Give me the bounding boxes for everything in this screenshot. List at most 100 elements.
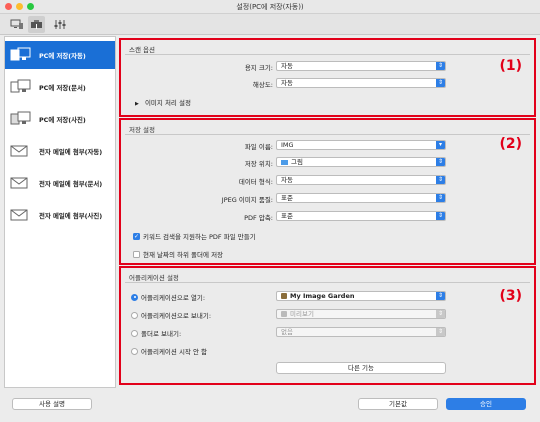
file-name-value: IMG [281,141,294,149]
resolution-value: 자동 [281,79,293,87]
save-settings-heading: 저장 설정 [129,126,155,134]
data-format-select[interactable]: 자동 ⇕ [276,175,446,185]
email-photo-icon [9,206,33,224]
save-in-label: 저장 위치: [244,160,273,168]
ok-button[interactable]: 승인 [446,398,526,410]
chevron-updown-icon: ⇕ [436,310,445,318]
send-to-folder-select[interactable]: 없음 ⇕ [276,327,446,337]
sidebar-item-save-pc-auto[interactable]: PC에 저장(자동) [5,41,115,69]
chevron-updown-icon: ⇕ [436,328,445,336]
paper-size-label: 용지 크기: [244,64,273,72]
folder-icon [281,160,288,165]
window-controls [5,3,34,10]
app-icon [281,293,287,299]
sidebar-item-label: 전자 메일에 첨부(사진) [39,211,103,220]
radio-selected-icon [131,293,138,301]
sidebar: PC에 저장(자동) PC에 저장(문서) PC에 저장(사진) 전자 메일에 … [4,36,116,388]
section-marker-2: (2) [499,136,522,152]
chevron-updown-icon: ⇕ [436,292,445,300]
tab-general-settings[interactable] [51,16,68,33]
open-with-app-radio[interactable]: 어플리케이션으로 열기: [131,292,205,302]
radio-empty-icon [131,329,138,337]
more-functions-button[interactable]: 다른 기능 [276,362,446,374]
zoom-window-button[interactable] [27,3,34,10]
save-pc-auto-icon [9,46,33,64]
radio-empty-icon [131,311,138,319]
tab-scan-from-computer[interactable] [8,16,25,33]
save-in-value: 그림 [291,158,303,166]
sidebar-item-email-auto[interactable]: 전자 메일에 첨부(자동) [5,137,115,165]
tab-scan-from-operation-panel[interactable] [28,16,45,33]
radio-empty-icon [131,347,138,355]
send-to-app-select[interactable]: 미리보기 ⇕ [276,309,446,319]
jpeg-quality-label: JPEG 이미지 품질: [221,196,273,204]
sidebar-item-save-pc-document[interactable]: PC에 저장(문서) [5,73,115,101]
keyword-pdf-checkbox[interactable]: ✓ 키워드 검색을 지원하는 PDF 파일 만들기 [133,231,256,241]
sidebar-item-email-photo[interactable]: 전자 메일에 첨부(사진) [5,201,115,229]
email-auto-icon [9,142,33,160]
window-title: 설정(PC에 저장(자동)) [236,3,304,11]
image-processing-toggle[interactable]: ▶ 이미지 처리 설정 [135,97,191,107]
sidebar-item-label: 전자 메일에 첨부(문서) [39,179,103,188]
application-settings-section: 어플리케이션 설정 (3) 어플리케이션으로 열기: My Image Gard… [119,266,536,385]
open-with-app-value: My Image Garden [290,292,355,300]
scan-options-section: 스캔 옵션 (1) 용지 크기: 자동 ⇕ 해상도: 자동 ⇕ ▶ 이미지 처리… [119,38,536,117]
data-format-label: 데이터 형식: [238,178,273,186]
open-with-app-select[interactable]: My Image Garden ⇕ [276,291,446,301]
chevron-down-icon: ▾ [436,141,445,149]
data-format-value: 자동 [281,176,293,184]
save-pc-document-icon [9,78,33,96]
send-to-app-radio[interactable]: 어플리케이션으로 보내기: [131,310,211,320]
scan-options-heading: 스캔 옵션 [129,46,155,54]
divider [125,54,530,55]
image-processing-label: 이미지 처리 설정 [144,99,191,107]
chevron-updown-icon: ⇕ [436,194,445,202]
jpeg-quality-value: 표준 [281,194,293,202]
checkmark-icon: ✓ [133,232,140,240]
send-to-folder-label: 폴더로 보내기: [141,330,182,338]
open-with-app-label: 어플리케이션으로 열기: [141,294,206,302]
close-window-button[interactable] [5,3,12,10]
scan-from-operation-panel-icon [31,20,42,29]
keyword-pdf-label: 키워드 검색을 지원하는 PDF 파일 만들기 [143,233,256,241]
paper-size-select[interactable]: 자동 ⇕ [276,61,446,71]
subfolder-checkbox[interactable]: 현재 날짜의 하위 폴더에 저장 [133,249,223,259]
chevron-updown-icon: ⇕ [436,212,445,220]
jpeg-quality-select[interactable]: 표준 ⇕ [276,193,446,203]
sidebar-item-label: PC에 저장(사진) [39,115,86,124]
do-not-start-radio[interactable]: 어플리케이션 시작 안 함 [131,346,207,356]
pdf-compression-select[interactable]: 표준 ⇕ [276,211,446,221]
pdf-compression-value: 표준 [281,212,293,220]
send-to-folder-value: 없음 [281,328,293,336]
save-settings-section: 저장 설정 (2) 파일 이름: IMG ▾ 저장 위치: 그림 ⇕ 데이터 형… [119,118,536,265]
send-to-app-label: 어플리케이션으로 보내기: [141,312,212,320]
send-to-app-value: 미리보기 [290,310,314,318]
section-marker-3: (3) [499,288,522,304]
sidebar-item-label: PC에 저장(문서) [39,83,86,92]
email-document-icon [9,174,33,192]
scan-from-computer-icon [10,19,23,29]
save-in-select[interactable]: 그림 ⇕ [276,157,446,167]
resolution-select[interactable]: 자동 ⇕ [276,78,446,88]
toolbar [0,14,540,35]
paper-size-value: 자동 [281,62,293,70]
send-to-folder-radio[interactable]: 폴더로 보내기: [131,328,181,338]
chevron-updown-icon: ⇕ [436,62,445,70]
do-not-start-label: 어플리케이션 시작 안 함 [141,348,207,356]
file-name-combo[interactable]: IMG ▾ [276,140,446,150]
resolution-label: 해상도: [252,81,273,89]
defaults-button[interactable]: 기본값 [358,398,438,410]
divider [125,134,530,135]
sidebar-item-email-document[interactable]: 전자 메일에 첨부(문서) [5,169,115,197]
sidebar-item-label: 전자 메일에 첨부(자동) [39,147,103,156]
file-name-label: 파일 이름: [244,143,273,151]
save-pc-photo-icon [9,110,33,128]
preview-app-icon [281,311,287,317]
minimize-window-button[interactable] [16,3,23,10]
pdf-compression-label: PDF 압축: [244,214,273,222]
sidebar-item-label: PC에 저장(자동) [39,51,86,60]
chevron-updown-icon: ⇕ [436,176,445,184]
subfolder-label: 현재 날짜의 하위 폴더에 저장 [143,251,224,259]
instructions-button[interactable]: 사용 설명 [12,398,92,410]
sidebar-item-save-pc-photo[interactable]: PC에 저장(사진) [5,105,115,133]
